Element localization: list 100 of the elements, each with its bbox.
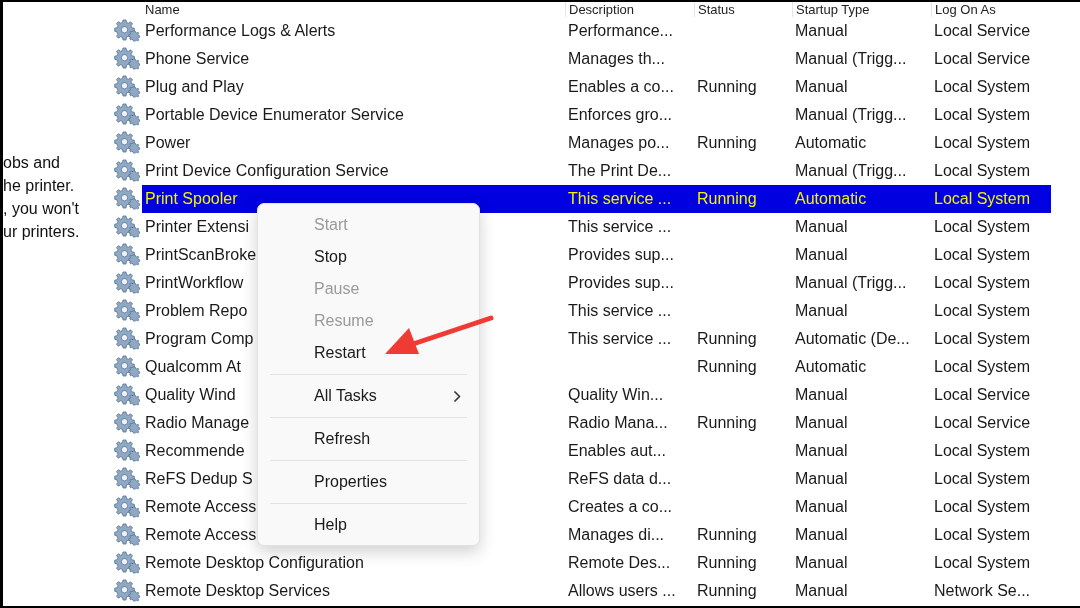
table-cell-text: Manages th... <box>567 49 666 69</box>
menu-item[interactable]: Properties <box>258 466 479 498</box>
table-cell-text: Local System <box>933 357 1032 377</box>
table-cell: Running <box>694 185 792 213</box>
column-header[interactable]: Log On As <box>931 2 1051 17</box>
gear-icon <box>114 271 140 295</box>
table-cell-text: Manual <box>794 441 849 461</box>
menu-item[interactable]: All Tasks <box>258 380 479 412</box>
table-cell-text: Manual <box>794 497 849 517</box>
table-cell-text: Automatic <box>794 357 868 377</box>
table-cell-text: Manual (Trigg... <box>794 273 908 293</box>
table-cell-text: Manages di... <box>567 525 666 545</box>
table-cell-text: Creates a co... <box>567 497 674 517</box>
table-cell-text: Enables a co... <box>567 77 675 97</box>
gear-icon <box>114 551 140 575</box>
gear-icon <box>114 467 140 491</box>
table-cell-text: Manual (Trigg... <box>794 49 908 69</box>
service-name[interactable]: Remote Desktop Services <box>142 577 565 605</box>
table-cell-text: Local System <box>933 77 1032 97</box>
table-cell-text: Running <box>696 525 758 545</box>
table-cell-text: Manual <box>794 581 849 601</box>
table-cell-text: Automatic <box>794 133 868 153</box>
service-name[interactable]: Performance Logs & Alerts <box>142 17 565 45</box>
table-cell-text: Local System <box>933 133 1032 153</box>
table-cell-text: Manual <box>794 77 849 97</box>
gear-icon <box>114 47 140 71</box>
table-cell-text: Local Service <box>933 49 1032 69</box>
table-cell-text: Local Service <box>933 21 1032 41</box>
table-cell-text: Manual <box>794 413 849 433</box>
table-cell-text: Running <box>696 413 758 433</box>
gear-icon <box>114 131 140 155</box>
table-cell-text: Local System <box>933 161 1032 181</box>
table-cell-text: Local System <box>933 273 1032 293</box>
gear-icon <box>114 579 140 603</box>
table-cell-text: Manual <box>794 245 849 265</box>
table-cell-text: Local System <box>933 497 1032 517</box>
table-cell-text: Local System <box>933 469 1032 489</box>
gear-icon <box>114 215 140 239</box>
table-cell-text: This service ... <box>567 301 673 321</box>
table-cell-text: Manual <box>794 21 849 41</box>
menu-item[interactable]: Restart <box>258 337 479 369</box>
table-cell-text: Performance... <box>567 21 674 41</box>
menu-item[interactable]: Refresh <box>258 423 479 455</box>
table-cell-text: Manual <box>794 553 849 573</box>
table-cell-text: Local System <box>933 553 1032 573</box>
description-text: ur printers. <box>3 222 81 242</box>
table-cell: Local System <box>931 185 1051 213</box>
table-cell-text: Enforces gro... <box>567 105 674 125</box>
service-name[interactable]: Print Device Configuration Service <box>142 157 565 185</box>
table-cell-text: The Print De... <box>567 161 673 181</box>
gear-icon <box>114 299 140 323</box>
table-cell-text: Local System <box>933 301 1032 321</box>
table-cell-text: Manual (Trigg... <box>794 161 908 181</box>
table-cell-text: Manual <box>794 217 849 237</box>
table-cell-text: Running <box>696 581 758 601</box>
column-header[interactable]: Description <box>565 2 694 17</box>
table-cell-text: Running <box>696 357 758 377</box>
chevron-icon <box>453 389 461 403</box>
column-header[interactable]: Startup Type <box>792 2 931 17</box>
service-name[interactable]: Portable Device Enumerator Service <box>142 101 565 129</box>
table-cell-text: Manual <box>794 301 849 321</box>
gear-icon <box>114 243 140 267</box>
table-cell-text: ReFS data d... <box>567 469 673 489</box>
table-cell-text: Provides sup... <box>567 245 675 265</box>
table-cell-text: Local Service <box>933 413 1032 433</box>
table-cell-text: This service ... <box>567 217 673 237</box>
column-header[interactable]: Status <box>694 2 792 17</box>
gear-icon <box>114 103 140 127</box>
table-cell: Automatic <box>792 185 931 213</box>
column-header[interactable]: Name <box>142 2 565 17</box>
menu-item[interactable]: Stop <box>258 241 479 273</box>
table-cell-text: Running <box>696 329 758 349</box>
table-cell-text: Running <box>696 553 758 573</box>
table-cell-text: Local System <box>933 105 1032 125</box>
table-cell-text: Enables aut... <box>567 441 667 461</box>
table-cell-text: Local Service <box>933 385 1032 405</box>
table-cell-text: Manual <box>794 469 849 489</box>
description-text: , you won't <box>3 199 80 219</box>
gear-icon <box>114 159 140 183</box>
gear-icon <box>114 355 140 379</box>
table-cell-text: Automatic (De... <box>794 329 911 349</box>
table-cell-text: Allows users ... <box>567 581 677 601</box>
gear-icon <box>114 495 140 519</box>
table-cell-text: Quality Win... <box>567 385 665 405</box>
table-cell: This service ... <box>565 185 694 213</box>
table-cell-text: Local System <box>933 441 1032 461</box>
menu-item[interactable]: Help <box>258 509 479 541</box>
gear-icon <box>114 523 140 547</box>
description-text: he printer. <box>3 176 76 196</box>
table-cell-text: Remote Des... <box>567 553 672 573</box>
service-name[interactable]: Phone Service <box>142 45 565 73</box>
service-name[interactable]: Remote Desktop Configuration <box>142 549 565 577</box>
service-name[interactable]: Plug and Play <box>142 73 565 101</box>
gear-icon <box>114 327 140 351</box>
table-cell-text: Network Se... <box>933 581 1032 601</box>
table-cell-text: Manual <box>794 385 849 405</box>
table-cell-text: Local System <box>933 217 1032 237</box>
service-name[interactable]: Power <box>142 129 565 157</box>
table-cell-text: Local System <box>933 245 1032 265</box>
gear-icon <box>114 75 140 99</box>
